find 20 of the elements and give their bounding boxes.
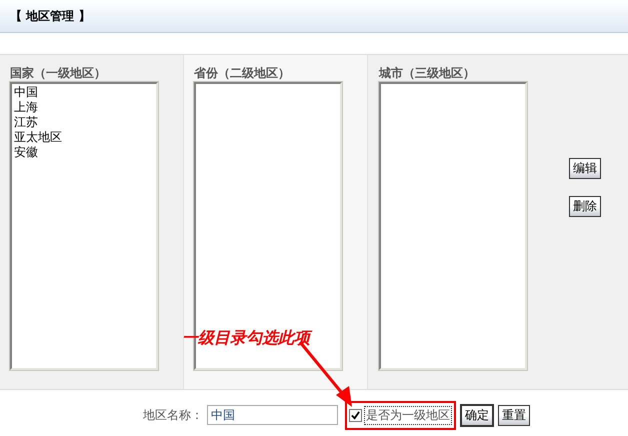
annotation-text: 一级目录勾选此项: [182, 328, 310, 349]
name-input-field[interactable]: 中国: [207, 405, 338, 425]
column-label: 城市（三级地区）: [379, 65, 476, 82]
form-button[interactable]: 重置: [498, 404, 530, 426]
list-box[interactable]: 中国 上海 江苏 亚太地区 安徽: [10, 82, 158, 370]
page-title: 【 地区管理 】: [10, 8, 90, 24]
list-item[interactable]: 安徽: [14, 145, 154, 160]
form-button[interactable]: 确定: [460, 404, 494, 426]
list-item[interactable]: 上海: [14, 100, 154, 115]
list-box[interactable]: [379, 82, 527, 370]
column-label: 国家（一级地区）: [10, 65, 107, 82]
action-button[interactable]: 编辑: [569, 158, 601, 179]
list-item[interactable]: 江苏: [14, 115, 154, 130]
field-label: 地区名称：: [143, 406, 203, 424]
checkbox[interactable]: [349, 408, 362, 422]
column-label: 省份（二级地区）: [194, 65, 291, 82]
list-item[interactable]: 亚太地区: [14, 130, 154, 145]
list-item[interactable]: 中国: [14, 85, 154, 100]
action-button[interactable]: 删除: [569, 196, 601, 217]
checkbox-label: 是否为一级地区: [364, 406, 452, 424]
